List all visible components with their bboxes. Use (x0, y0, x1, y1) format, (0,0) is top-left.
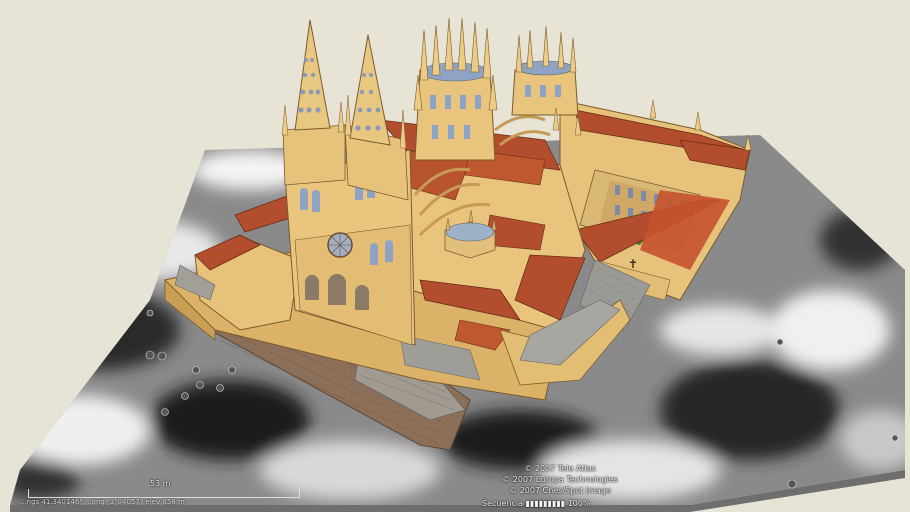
scale-bar (28, 489, 300, 498)
3d-cathedral-scene: ✝ (10, 17, 905, 512)
right-spire (344, 34, 409, 201)
streaming-status: Secuencia ▮▮▮▮▮▮▮▮▮ 100% (482, 499, 591, 508)
chapel-tower (511, 25, 579, 116)
imagery-credits: © 2007 Tele Atlas © 2007 Europa Technolo… (460, 463, 660, 496)
lantern-tower (413, 17, 498, 161)
left-spire (281, 19, 346, 186)
credit-line: © 2007 Tele Atlas (524, 464, 596, 473)
credit-line: © 2007 Europa Technologies (502, 475, 618, 484)
coordinates-status: ...ngs 41.340146° ...ong -3°04057° elev … (20, 498, 185, 506)
credit-line: © 2007 Cnes/Spot Image (509, 486, 611, 495)
scale-label: 53 m (150, 479, 171, 488)
svg-text:✝: ✝ (628, 257, 638, 271)
